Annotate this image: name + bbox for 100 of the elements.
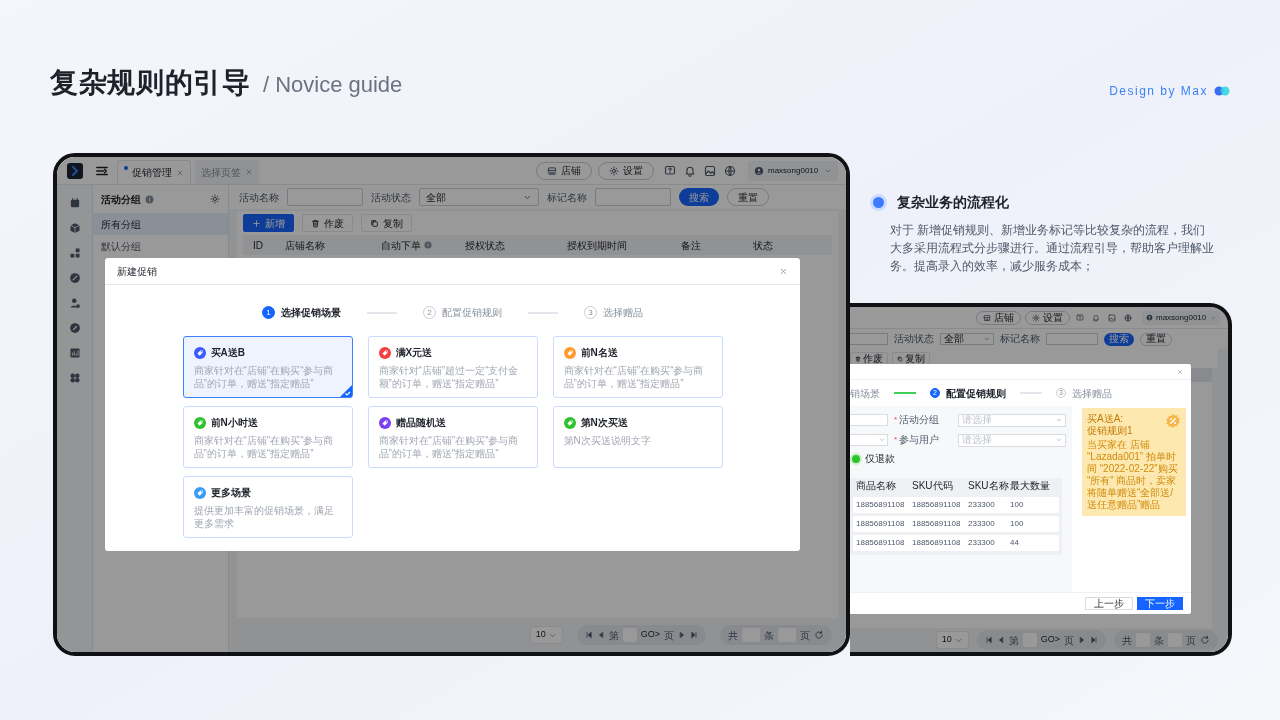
trash-icon	[311, 218, 320, 228]
next-page-icon[interactable]	[1078, 636, 1086, 644]
caret-icon	[1056, 417, 1062, 423]
input-field[interactable]	[1046, 333, 1098, 345]
step-label: 配置促销规则	[946, 386, 1006, 401]
first-page-icon[interactable]	[984, 636, 993, 644]
refresh-icon[interactable]	[814, 630, 824, 640]
next-button[interactable]: 下一步	[1137, 597, 1183, 610]
scenario-card[interactable]: 第N次买送 第N次买送说明文字	[552, 406, 723, 468]
table-cell-text: 100	[1010, 499, 1025, 511]
total-label: 共	[1122, 633, 1132, 648]
close-icon[interactable]	[245, 168, 253, 176]
close-icon[interactable]	[779, 266, 788, 276]
select-field[interactable]	[850, 434, 888, 446]
avatar-icon	[754, 165, 764, 176]
table-cell-text: 18856891108	[912, 537, 962, 549]
store-icon	[983, 313, 991, 322]
next-page-icon[interactable]	[678, 631, 686, 639]
calendar-icon[interactable]	[68, 197, 81, 209]
input-field[interactable]	[287, 188, 363, 206]
last-page-icon[interactable]	[1090, 636, 1098, 644]
feature-title: 复杂业务的流程化	[897, 193, 1009, 212]
tab[interactable]: 促销管理	[117, 160, 191, 184]
scenario-card[interactable]: 买A送B 商家针对在“店铺”在购买“参与商品”的订单，赠送“指定赠品”	[182, 336, 353, 398]
go-button[interactable]: GO>	[1040, 633, 1060, 647]
table-cell-text: 18856891108	[912, 518, 962, 530]
settings-icon[interactable]	[210, 194, 220, 204]
group-item[interactable]: 所有分组	[93, 213, 228, 235]
bell-icon[interactable]	[684, 164, 696, 177]
image-icon[interactable]	[1108, 313, 1116, 322]
previous-page-icon[interactable]	[996, 636, 1005, 644]
percent-icon[interactable]	[68, 272, 81, 284]
previous-button[interactable]: 上一步	[1085, 597, 1133, 610]
step-label: 选择赠品	[603, 306, 643, 320]
filter-label: 活动状态	[371, 190, 411, 205]
cube-icon[interactable]	[68, 222, 81, 234]
table-cell-text: 18856891108	[912, 499, 962, 511]
pages-label: 页	[1186, 633, 1196, 648]
toolbar-button[interactable]: 复制	[361, 214, 412, 232]
card-description: 商家针对在“店铺”在购买“参与商品”的订单，赠送“指定赠品”	[193, 364, 335, 390]
apps-icon[interactable]	[68, 372, 81, 384]
table-cell-text: 44	[1010, 537, 1020, 549]
user-menu[interactable]: maxsong0010	[1142, 310, 1220, 325]
field-label: 参与用户	[899, 435, 940, 445]
card-title: 买A送B	[210, 346, 245, 360]
help-icon[interactable]	[1076, 313, 1084, 322]
filter-label: 活动状态	[894, 334, 934, 344]
scenario-card[interactable]: 更多场景 提供更加丰富的促销场景，满足更多需求	[182, 476, 353, 538]
user-icon[interactable]	[68, 297, 81, 309]
chart-icon[interactable]	[68, 347, 81, 359]
previous-page-icon[interactable]	[596, 631, 605, 639]
radio-button[interactable]	[850, 453, 862, 465]
discount-badge-icon	[1165, 413, 1181, 429]
toolbar-button[interactable]: 作废	[302, 214, 353, 232]
scenario-card[interactable]: 赠品随机送 商家针对在“店铺”在购买“参与商品”的订单，赠送“指定赠品”	[367, 406, 538, 468]
globe-icon[interactable]	[1124, 313, 1132, 322]
table-cell-text: 100	[1010, 518, 1025, 530]
globe-icon[interactable]	[724, 164, 736, 177]
input-field[interactable]	[850, 333, 888, 345]
user-menu[interactable]: maxsong0010	[748, 160, 838, 181]
status-select[interactable]: 全部	[940, 333, 994, 345]
page-label: 第	[1008, 633, 1019, 648]
required-mark: *	[894, 414, 898, 426]
first-page-icon[interactable]	[584, 631, 593, 639]
refresh-icon[interactable]	[1200, 635, 1210, 645]
search-button[interactable]: 搜索	[1104, 332, 1134, 346]
info-icon	[145, 194, 154, 204]
toolbar-button[interactable]: 新增	[243, 214, 294, 232]
page-size-select[interactable]: 10	[935, 631, 969, 649]
items-label: 条	[764, 628, 774, 643]
image-icon[interactable]	[704, 164, 716, 177]
card-description: 商家针对在“店铺”在购买“参与商品”的订单，赠送“指定赠品”	[193, 434, 335, 460]
status-select[interactable]: 全部	[419, 188, 539, 206]
page-size-select[interactable]: 10	[529, 626, 563, 644]
blocks-icon[interactable]	[68, 247, 81, 259]
tip-subtitle: 促销规则1	[1087, 425, 1133, 437]
info-icon	[424, 241, 432, 249]
last-page-icon[interactable]	[690, 631, 698, 639]
input-field[interactable]	[595, 188, 671, 206]
table-cell-text: 233300	[968, 499, 996, 511]
close-icon[interactable]	[176, 168, 184, 177]
scenario-card[interactable]: 前N名送 商家针对在“店铺”在购买“参与商品”的订单，赠送“指定赠品”	[552, 336, 723, 398]
column-header: 最大数量	[1010, 481, 1051, 491]
reset-button[interactable]: 重置	[727, 188, 769, 206]
help-icon[interactable]	[664, 164, 676, 177]
tip-text: 当买家在 店铺 “Lazada001” 拍单时间 “2022-02-22”购买 “所有” 商品时，卖家将随单赠送“全部送/送任意赠品”赠品	[1087, 439, 1179, 511]
bell-icon[interactable]	[1092, 313, 1100, 322]
settings-icon	[1032, 313, 1040, 322]
table-cell-text: 18856891108	[856, 499, 906, 511]
input-field[interactable]	[850, 414, 888, 426]
caret-icon	[1056, 437, 1062, 443]
table-cell-text: 233300	[968, 537, 996, 549]
card-title: 前N小时送	[210, 416, 258, 430]
go-button[interactable]: GO>	[640, 628, 660, 642]
card-title: 前N名送	[580, 346, 618, 360]
page-subtitle: / Novice guide	[262, 71, 403, 99]
caret-icon	[984, 336, 990, 342]
scenario-card[interactable]: 前N小时送 商家针对在“店铺”在购买“参与商品”的订单，赠送“指定赠品”	[182, 406, 353, 468]
search-button[interactable]: 搜索	[679, 188, 719, 206]
logo-icon	[1214, 86, 1230, 96]
